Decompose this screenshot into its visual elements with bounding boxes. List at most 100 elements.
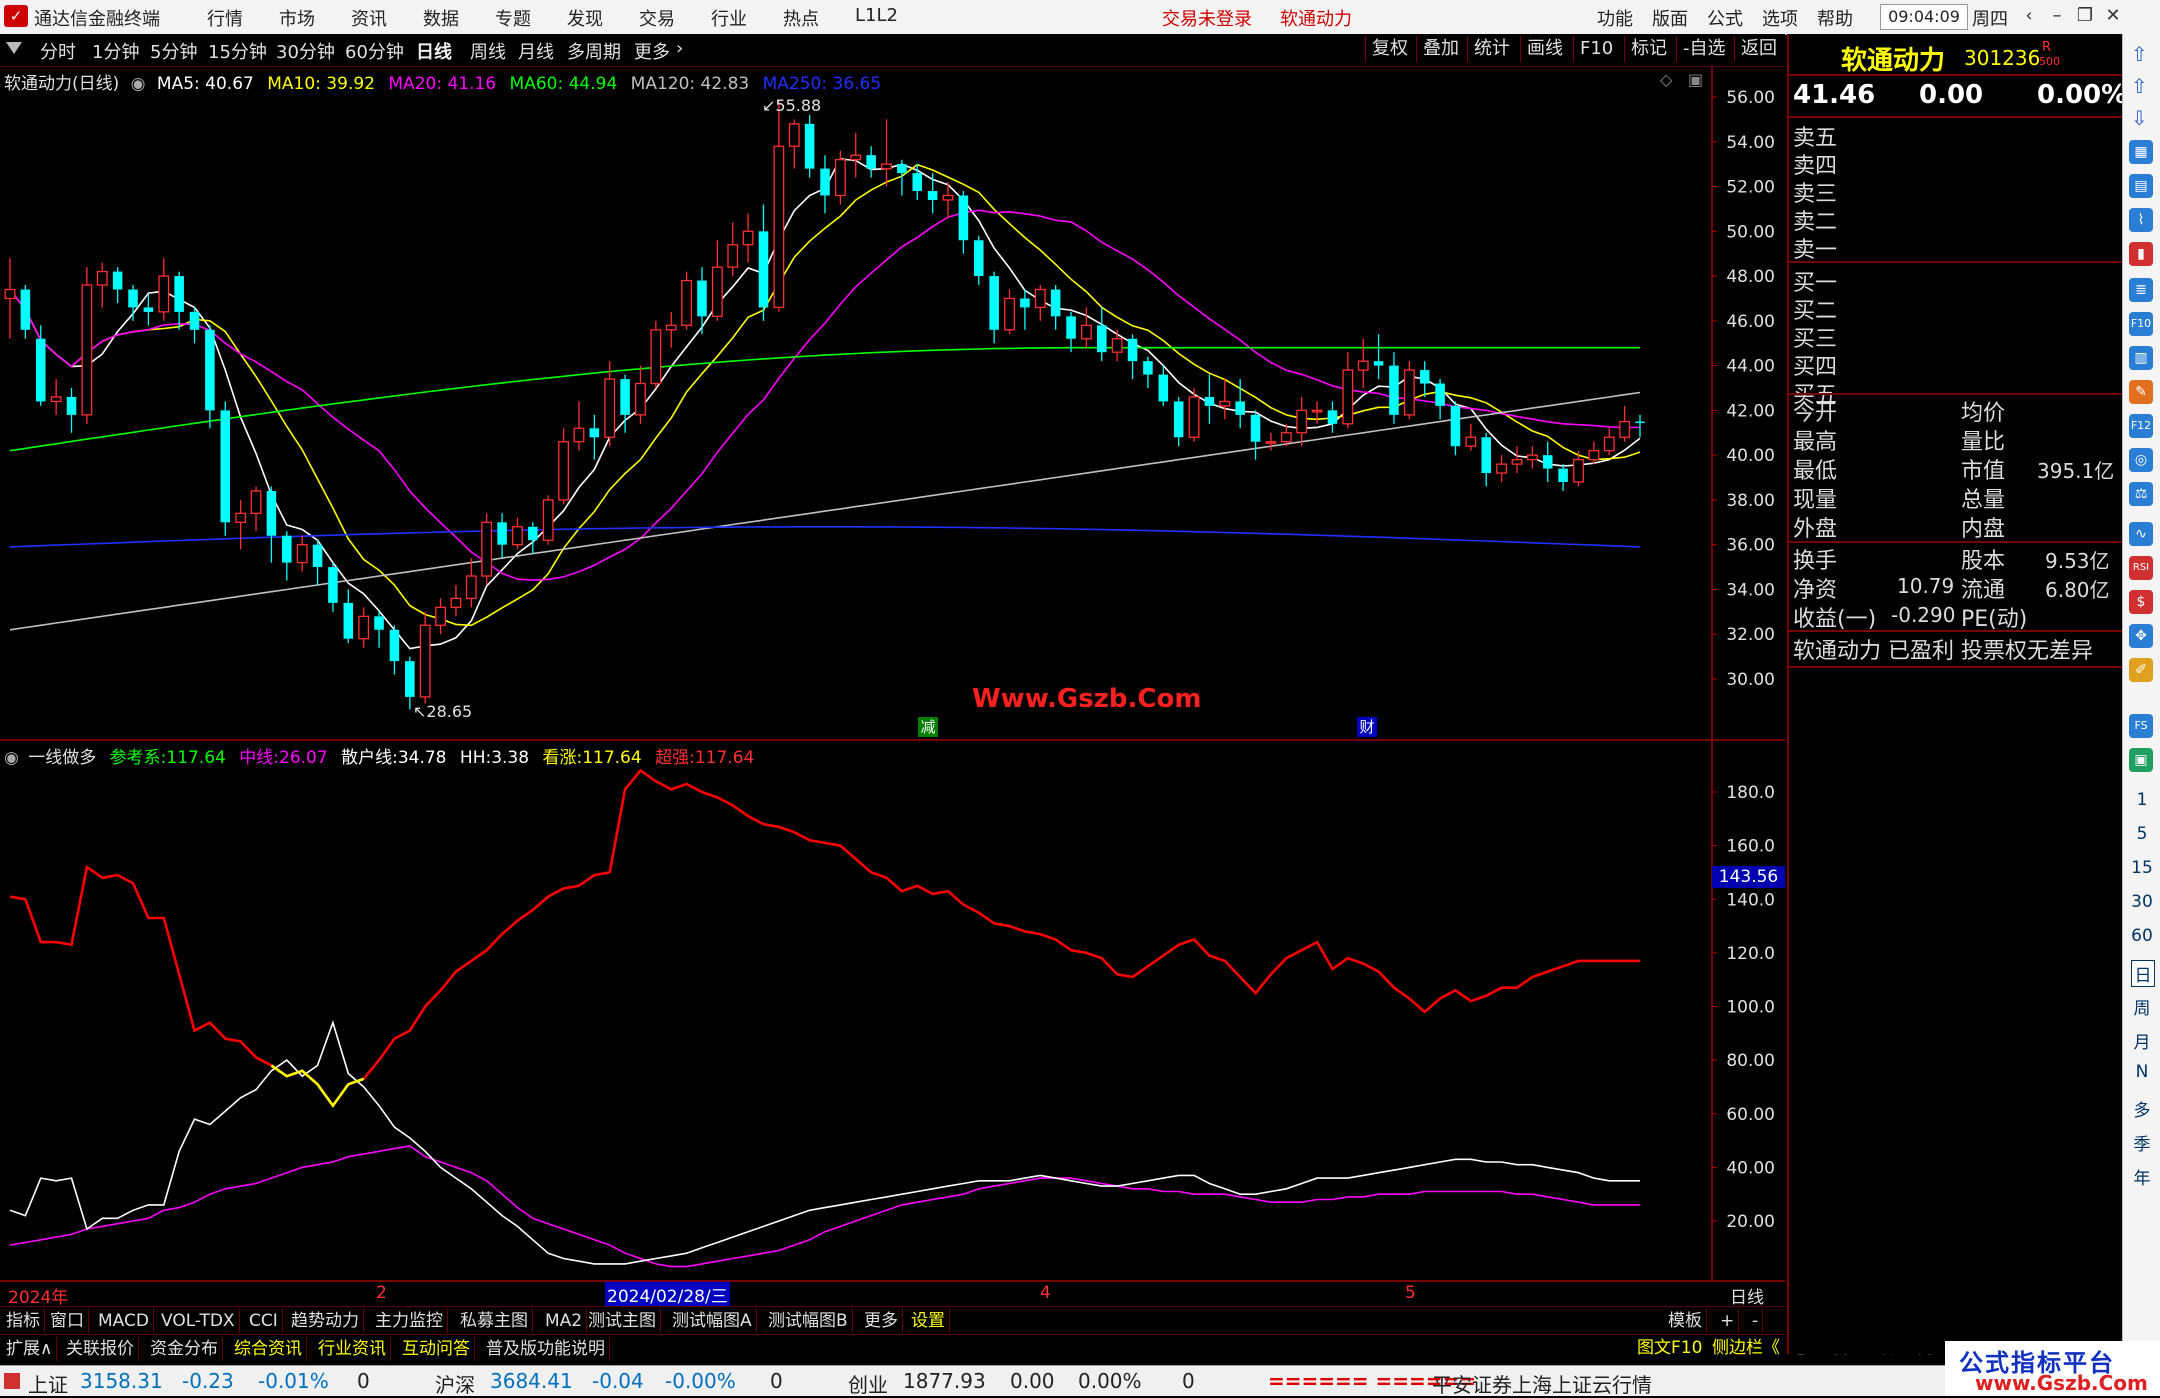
- tool-remove-watchlist[interactable]: -自选: [1676, 36, 1732, 62]
- side-period-n[interactable]: N: [2131, 1062, 2153, 1082]
- cy-index-name[interactable]: 创业: [848, 1369, 888, 1398]
- tab-chart-f10[interactable]: 图文F10: [1637, 1334, 1702, 1362]
- image-icon[interactable]: ▣: [2129, 748, 2153, 772]
- tab-settings[interactable]: 设置: [907, 1309, 950, 1333]
- side-period-5[interactable]: 5: [2131, 824, 2153, 844]
- line-chart-icon[interactable]: ⌇: [2129, 208, 2153, 232]
- menu-options[interactable]: 选项: [1762, 5, 1798, 31]
- up-arrow-icon[interactable]: ⇧: [2131, 42, 2148, 66]
- grid-icon[interactable]: ▤: [2129, 174, 2153, 198]
- period-30min[interactable]: 30分钟: [276, 38, 335, 64]
- side-period-month[interactable]: 月: [2131, 1028, 2153, 1053]
- hs-index-name[interactable]: 沪深: [435, 1369, 475, 1398]
- period-daily[interactable]: 日线: [416, 38, 452, 64]
- tab-cci[interactable]: CCI: [245, 1309, 283, 1333]
- report-icon[interactable]: ≣: [2129, 278, 2153, 302]
- compass-icon[interactable]: ◎: [2129, 448, 2153, 472]
- tab-test-sub-a[interactable]: 测试幅图A: [668, 1309, 757, 1333]
- tool-adjust[interactable]: 复权: [1365, 36, 1414, 62]
- tab-vol-tdx[interactable]: VOL-TDX: [157, 1309, 240, 1333]
- period-5min[interactable]: 5分钟: [150, 38, 197, 64]
- marker-reduce[interactable]: 减: [918, 717, 938, 737]
- rsi-icon[interactable]: RSI: [2129, 556, 2153, 580]
- tool-overlay[interactable]: 叠加: [1416, 36, 1465, 62]
- menu-data[interactable]: 数据: [423, 5, 459, 31]
- dollar-icon[interactable]: $: [2129, 590, 2153, 614]
- menu-function[interactable]: 功能: [1597, 5, 1633, 31]
- period-intraday[interactable]: 分时: [40, 38, 76, 64]
- period-monthly[interactable]: 月线: [518, 38, 554, 64]
- tab-expand[interactable]: 扩展∧: [2, 1337, 58, 1361]
- tool-back[interactable]: 返回: [1734, 36, 1783, 62]
- menu-topics[interactable]: 专题: [495, 5, 531, 31]
- fs-icon[interactable]: FS: [2129, 714, 2153, 738]
- login-status[interactable]: 交易未登录: [1162, 5, 1252, 31]
- tab-qa[interactable]: 互动问答: [398, 1337, 475, 1361]
- minimize-icon[interactable]: –: [2043, 3, 2071, 29]
- side-period-quarter[interactable]: 季: [2131, 1130, 2153, 1155]
- side-period-15[interactable]: 15: [2131, 858, 2153, 878]
- tool-stats[interactable]: 统计: [1467, 36, 1516, 62]
- menu-layout[interactable]: 版面: [1652, 5, 1688, 31]
- tab-trend-power[interactable]: 趋势动力: [287, 1309, 364, 1333]
- tab-general-news[interactable]: 综合资讯: [230, 1337, 307, 1361]
- down-arrow-icon[interactable]: ⇩: [2131, 106, 2148, 130]
- tab-add-button[interactable]: +: [1716, 1309, 1740, 1333]
- period-1min[interactable]: 1分钟: [92, 38, 139, 64]
- tab-main-monitor[interactable]: 主力监控: [371, 1309, 448, 1333]
- table-icon[interactable]: ▥: [2129, 346, 2153, 370]
- marker-finance[interactable]: 财: [1357, 717, 1377, 737]
- side-period-year[interactable]: 年: [2131, 1164, 2153, 1189]
- menu-discover[interactable]: 发现: [567, 5, 603, 31]
- restore-icon[interactable]: ❐: [2071, 3, 2099, 29]
- dropdown-triangle-icon[interactable]: [6, 42, 22, 54]
- tab-test-main[interactable]: 测试主图: [584, 1309, 661, 1333]
- tab-fund-distribution[interactable]: 资金分布: [146, 1337, 223, 1361]
- tab-ma2[interactable]: MA2: [541, 1309, 588, 1333]
- tab-industry-news[interactable]: 行业资讯: [314, 1337, 391, 1361]
- tab-test-sub-b[interactable]: 测试幅图B: [764, 1309, 853, 1333]
- chart-canvas[interactable]: 56.00 54.00 52.00 50.00 48.00 46.00 44.00 42.00…: [0, 67, 1785, 1282]
- side-period-1[interactable]: 1: [2131, 790, 2153, 810]
- menu-l1l2[interactable]: L1L2: [855, 5, 898, 26]
- broker-name[interactable]: 平安证券上海上证云行情: [1432, 1369, 1652, 1398]
- kline-icon[interactable]: ▮: [2129, 242, 2153, 266]
- menu-quotes[interactable]: 行情: [207, 5, 243, 31]
- f10-icon[interactable]: F10: [2129, 312, 2153, 336]
- tab-remove-button[interactable]: -: [1748, 1309, 1764, 1333]
- stock-list-icon[interactable]: ▦: [2129, 140, 2153, 164]
- side-period-30[interactable]: 30: [2131, 892, 2153, 912]
- f12-icon[interactable]: F12: [2129, 414, 2153, 438]
- menu-market[interactable]: 市场: [279, 5, 315, 31]
- menu-help[interactable]: 帮助: [1817, 5, 1853, 31]
- tab-more[interactable]: 更多: [860, 1309, 903, 1333]
- back-arrow-icon[interactable]: ‹: [2015, 3, 2043, 29]
- tab-related-quotes[interactable]: 关联报价: [62, 1337, 139, 1361]
- period-multi[interactable]: 多周期: [567, 38, 621, 64]
- tab-macd[interactable]: MACD: [94, 1309, 154, 1333]
- tool-f10[interactable]: F10: [1573, 36, 1619, 62]
- wave-icon[interactable]: ∿: [2129, 522, 2153, 546]
- move-icon[interactable]: ✥: [2129, 624, 2153, 648]
- tab-private-main[interactable]: 私募主图: [456, 1309, 533, 1333]
- side-period-multi[interactable]: 多: [2131, 1096, 2153, 1121]
- pencil-icon[interactable]: ✐: [2129, 658, 2153, 682]
- tab-window[interactable]: 窗口: [46, 1309, 89, 1333]
- note-icon[interactable]: ✎: [2129, 380, 2153, 404]
- sh-index-name[interactable]: 上证: [28, 1369, 68, 1398]
- period-weekly[interactable]: 周线: [470, 38, 506, 64]
- side-period-week[interactable]: 周: [2131, 994, 2153, 1019]
- tool-draw[interactable]: 画线: [1520, 36, 1569, 62]
- period-60min[interactable]: 60分钟: [345, 38, 404, 64]
- scale-icon[interactable]: ⚖: [2129, 482, 2153, 506]
- close-icon[interactable]: ✕: [2099, 3, 2127, 29]
- chevron-right-icon[interactable]: ›: [676, 38, 683, 59]
- period-15min[interactable]: 15分钟: [208, 38, 267, 64]
- tab-template[interactable]: 模板: [1664, 1309, 1707, 1333]
- side-period-day[interactable]: 日: [2131, 960, 2155, 987]
- menu-industry[interactable]: 行业: [711, 5, 747, 31]
- tab-sidebar-toggle[interactable]: 侧边栏《: [1712, 1334, 1780, 1362]
- menu-trade[interactable]: 交易: [639, 5, 675, 31]
- side-period-60[interactable]: 60: [2131, 926, 2153, 946]
- tool-mark[interactable]: 标记: [1624, 36, 1673, 62]
